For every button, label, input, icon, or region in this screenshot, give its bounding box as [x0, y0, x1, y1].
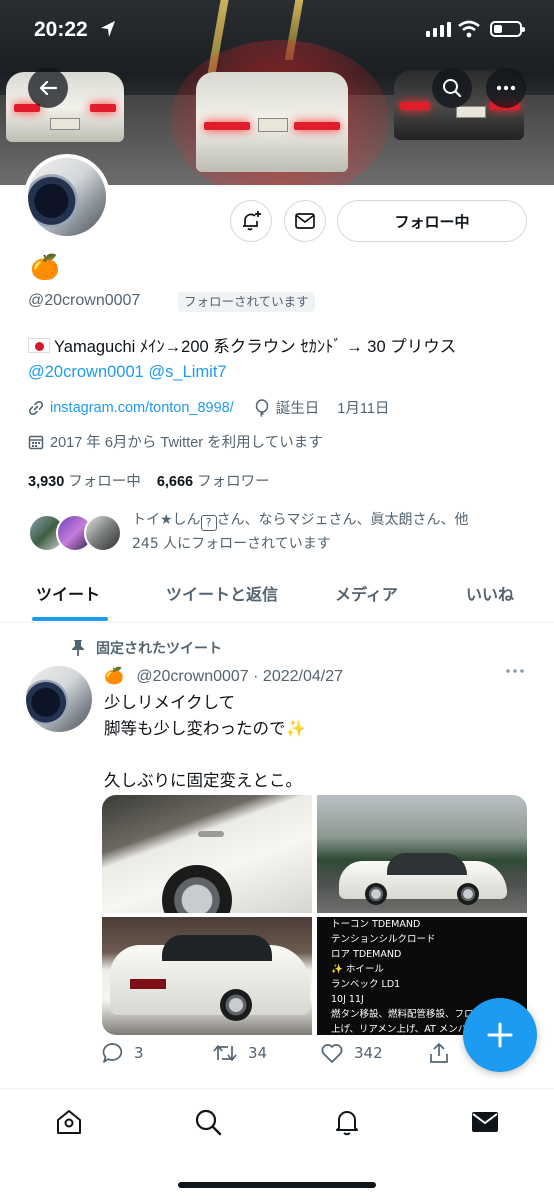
- display-name: 🍊: [30, 253, 60, 281]
- tweet-image-3[interactable]: [102, 917, 312, 1035]
- following-button[interactable]: フォロー中: [337, 200, 527, 242]
- tweet-separator: ·: [253, 668, 259, 685]
- search-icon: [443, 79, 462, 98]
- status-bar: 20:22: [0, 0, 554, 58]
- like-count: 342: [354, 1044, 383, 1062]
- share-icon: [430, 1043, 448, 1063]
- pinned-text: 固定されたツイート: [96, 641, 222, 657]
- tweet-author-handle[interactable]: @20crown0007: [136, 668, 248, 685]
- active-tab-indicator: [32, 617, 108, 621]
- profile-handle: @20crown0007: [28, 292, 141, 309]
- tweet-text: 少しリメイクして 脚等も少し変わったので✨ 久しぶりに固定変えとこ。: [104, 694, 307, 790]
- tweet-more-icon[interactable]: [505, 668, 525, 674]
- bio-mention-link[interactable]: @20crown0001: [28, 363, 144, 381]
- bio-mentions: @20crown0001 @s_Limit7: [28, 360, 456, 385]
- search-button[interactable]: [432, 68, 472, 108]
- tab-tweets[interactable]: ツイート: [36, 581, 100, 605]
- compose-tweet-button[interactable]: [463, 998, 537, 1072]
- search-icon: [195, 1109, 222, 1136]
- notifications-icon: [336, 1111, 358, 1136]
- website-link[interactable]: instagram.com/tonton_8998/: [50, 400, 234, 416]
- tab-tweets-and-replies[interactable]: ツイートと返信: [166, 581, 278, 605]
- pin-icon: [72, 640, 84, 656]
- share-button[interactable]: [428, 1042, 450, 1064]
- tweet-date[interactable]: 2022/04/27: [263, 668, 343, 685]
- retweet-button[interactable]: 34: [212, 1042, 267, 1064]
- messages-icon: [472, 1112, 498, 1132]
- tab-likes[interactable]: いいね: [466, 581, 514, 605]
- battery-icon: [490, 21, 525, 37]
- profile-tabs: ツイート ツイートと返信 メディア いいね: [0, 565, 554, 623]
- tweet-image-1[interactable]: [102, 795, 312, 913]
- reply-count: 3: [134, 1044, 144, 1062]
- signal-icon: [426, 22, 451, 37]
- reply-button[interactable]: 3: [102, 1042, 144, 1064]
- tweet-avatar[interactable]: [26, 666, 92, 732]
- bio-text: Yamaguchi ﾒｲﾝ→200 系クラウン ｾｶﾝﾄﾞ → 30 プリウス: [54, 338, 457, 356]
- follow-counts: 3,930 フォロー中 6,666 フォロワー: [28, 470, 270, 491]
- pinned-label: 固定されたツイート: [70, 638, 222, 658]
- joined-date: 2017 年 6月から Twitter を利用しています: [50, 435, 323, 451]
- back-button[interactable]: [28, 68, 68, 108]
- link-icon: [28, 400, 44, 415]
- tweet-actions: 3 34 342: [102, 1042, 522, 1072]
- message-button[interactable]: [284, 200, 326, 242]
- retweet-icon: [213, 1045, 237, 1061]
- followers-label: フォロワー: [197, 474, 270, 490]
- following-count: 3,930: [28, 474, 65, 490]
- nav-search[interactable]: [193, 1107, 225, 1139]
- joined-row: 2017 年 6月から Twitter を利用しています: [28, 431, 323, 452]
- location-arrow-icon: [101, 21, 115, 37]
- retweet-count: 34: [248, 1044, 268, 1062]
- tweet-author-emoji[interactable]: 🍊: [104, 668, 124, 685]
- bio-mention-link[interactable]: @s_Limit7: [148, 363, 226, 381]
- like-button[interactable]: 342: [320, 1042, 383, 1064]
- bell-plus-icon: [243, 211, 261, 231]
- following-link[interactable]: 3,930 フォロー中: [28, 474, 141, 490]
- wifi-icon: [458, 20, 480, 38]
- back-arrow-icon: [39, 80, 58, 96]
- nav-messages[interactable]: [470, 1107, 502, 1139]
- tweet-media-grid: トーコン TDEMAND テンションシルクロード ロア TDEMAND ✨ ホイ…: [102, 795, 527, 1035]
- balloon-icon: [255, 398, 269, 417]
- more-options-button[interactable]: [486, 68, 526, 108]
- mutual-followers-avatars[interactable]: [28, 514, 124, 554]
- profile-avatar[interactable]: [24, 154, 110, 240]
- nav-home[interactable]: [54, 1107, 86, 1139]
- profile-meta-row: instagram.com/tonton_8998/ 誕生日 1月11日: [28, 397, 389, 418]
- japan-flag-icon: [28, 338, 50, 353]
- nav-notifications[interactable]: [332, 1107, 364, 1139]
- tweet-header: 🍊 @20crown0007 · 2022/04/27: [104, 666, 343, 686]
- more-icon: [496, 85, 516, 91]
- calendar-icon: [28, 435, 44, 449]
- birthday-label: 誕生日: [275, 401, 320, 417]
- tweet-image-2[interactable]: [317, 795, 527, 913]
- profile-bio: Yamaguchi ﾒｲﾝ→200 系クラウン ｾｶﾝﾄﾞ → 30 プリウス …: [28, 335, 456, 385]
- reply-icon: [102, 1043, 123, 1063]
- mutual-followers-text[interactable]: トイ★しん? さん、ならマジェさん、眞太朗さん、他 245 人にフォローされていま…: [132, 508, 522, 556]
- compose-icon: [487, 1022, 513, 1048]
- status-time: 20:22: [34, 18, 88, 41]
- followers-count: 6,666: [156, 474, 194, 490]
- mail-icon: [295, 213, 315, 229]
- like-icon: [321, 1044, 343, 1063]
- birthday-value: 1月11日: [337, 401, 390, 417]
- car-center: [196, 72, 348, 172]
- avatar: [84, 514, 122, 552]
- home-indicator: [178, 1182, 376, 1188]
- tab-media[interactable]: メディア: [335, 581, 398, 605]
- home-icon: [57, 1110, 81, 1134]
- following-label: フォロー中: [68, 474, 141, 490]
- bio-line: Yamaguchi ﾒｲﾝ→200 系クラウン ｾｶﾝﾄﾞ → 30 プリウス: [28, 335, 456, 360]
- unknown-glyph-icon: ?: [200, 515, 217, 531]
- notify-button[interactable]: [230, 200, 272, 242]
- follows-you-badge: フォローされています: [178, 292, 315, 312]
- followers-link[interactable]: 6,666 フォロワー: [157, 474, 270, 490]
